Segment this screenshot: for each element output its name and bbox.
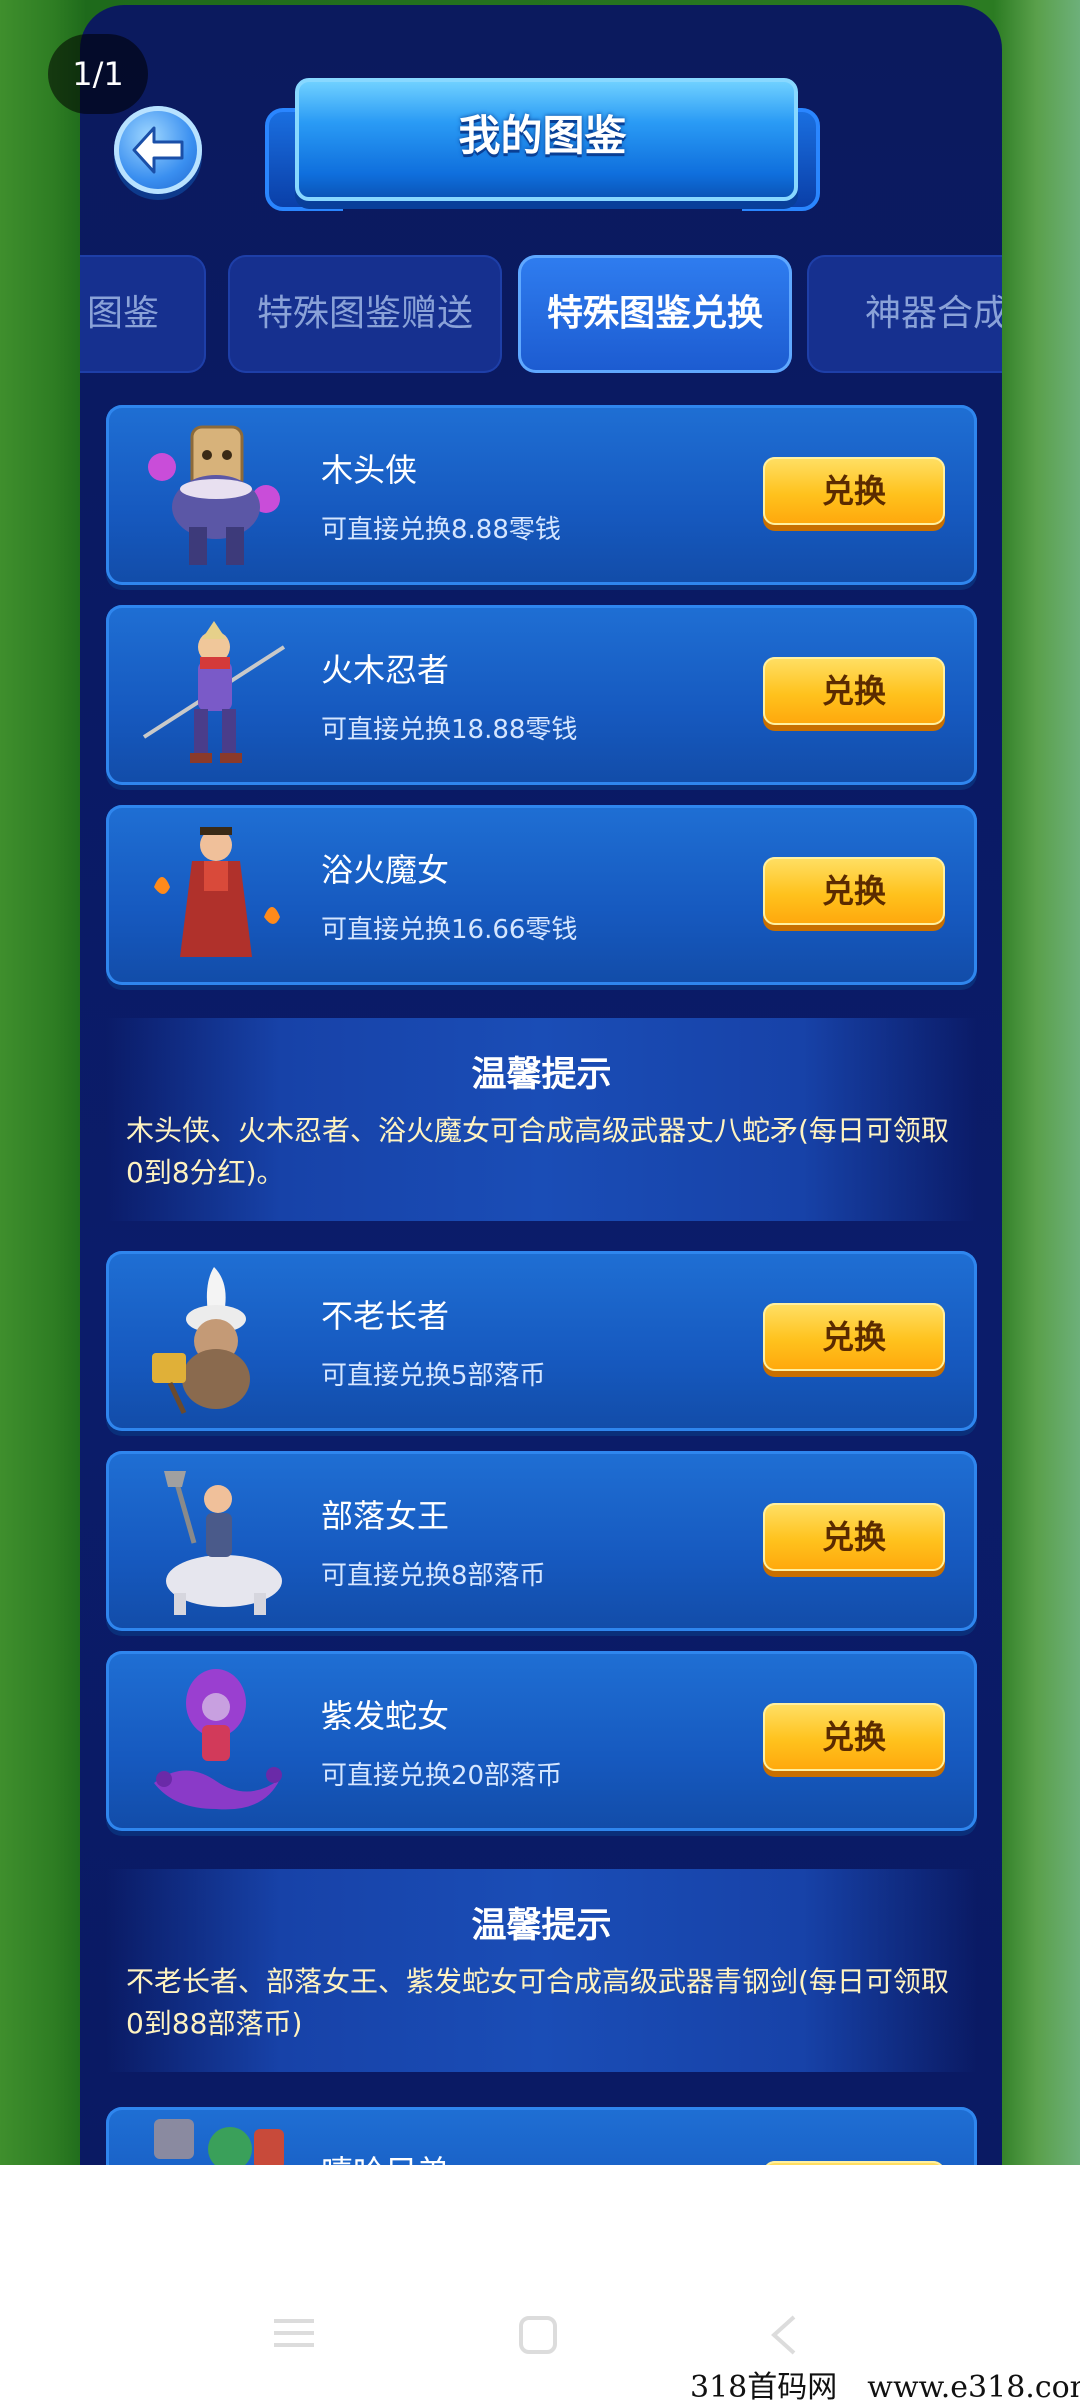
exchange-button[interactable]: 兑换 [763,1503,945,1571]
exchange-button[interactable]: 兑换 [763,657,945,725]
item-desc: 可直接兑换18.88零钱 [321,715,578,745]
exchange-button[interactable]: 兑换 [763,1303,945,1371]
home-square-icon[interactable] [518,2315,558,2355]
tip-text: 木头侠、火木忍者、浴火魔女可合成高级武器丈八蛇矛(每日可领取0到8分红)。 [126,1114,949,1189]
character-avatar-elder [134,1263,294,1421]
item-desc: 可直接兑换8部落币 [321,1561,546,1591]
tip-title: 温馨提示 [471,1906,612,1946]
character-avatar-hiphop-brothers [134,2119,294,2165]
tab-artifact-synthesis[interactable]: 神器合成 [807,255,1002,373]
card-item: 部落女王 可直接兑换8部落币 兑换 [106,1451,977,1631]
menu-icon[interactable] [272,2315,316,2351]
tab-collection[interactable]: 图鉴 [80,255,206,373]
title-banner: 我的图鉴 [265,78,820,211]
page-indicator: 1/1 [48,34,148,114]
card-item: 不老长者 可直接兑换5部落币 兑换 [106,1251,977,1431]
item-name: 木头侠 [321,451,418,489]
item-desc: 可直接兑换16.66零钱 [321,915,578,945]
item-name: 嘻哈兄弟 [321,2147,449,2165]
tab-special-exchange[interactable]: 特殊图鉴兑换 [518,255,792,373]
character-avatar-fire-witch [134,817,294,975]
item-desc: 可直接兑换8.88零钱 [321,515,561,545]
exchange-button[interactable]: 兑换 [763,1703,945,1771]
back-button[interactable] [114,106,202,194]
card-item: 木头侠 可直接兑换8.88零钱 兑换 [106,405,977,585]
page-title: 我的图鉴 [458,111,627,160]
tab-bar: 图鉴 特殊图鉴赠送 特殊图鉴兑换 神器合成 [80,255,1002,377]
item-name: 火木忍者 [321,651,450,689]
card-item: 浴火魔女 可直接兑换16.66零钱 兑换 [106,805,977,985]
item-desc: 可直接兑换20部落币 [321,1761,563,1791]
character-avatar-tribe-queen [134,1463,294,1621]
character-avatar-huomu-ninja [134,617,294,775]
character-avatar-muttouxia [134,417,294,575]
tab-special-gift[interactable]: 特殊图鉴赠送 [228,255,502,373]
back-arrow-icon [132,126,184,174]
character-avatar-purple-snake-woman [134,1663,294,1821]
item-name: 紫发蛇女 [321,1697,450,1735]
item-name: 部落女王 [321,1497,450,1535]
item-name: 不老长者 [321,1297,450,1335]
card-item: 紫发蛇女 可直接兑换20部落币 兑换 [106,1651,977,1831]
exchange-button[interactable]: 兑换 [763,857,945,925]
back-chevron-icon[interactable] [770,2315,798,2355]
watermark: 318首码网 www.e318.com [690,2370,1080,2405]
tip-text: 不老长者、部落女王、紫发蛇女可合成高级武器青钢剑(每日可领取0到88部落币) [126,1965,949,2040]
exchange-button[interactable]: 兑换 [763,457,945,525]
system-navigation-bar: 318首码网 www.e318.com [0,2165,1080,2405]
item-desc: 可直接兑换5部落币 [321,1361,546,1391]
tip-box: 温馨提示 不老长者、部落女王、紫发蛇女可合成高级武器青钢剑(每日可领取0到88部… [106,1869,977,2072]
item-name: 浴火魔女 [321,851,450,889]
tip-box: 温馨提示 木头侠、火木忍者、浴火魔女可合成高级武器丈八蛇矛(每日可领取0到8分红… [106,1018,977,1221]
main-panel: 我的图鉴 图鉴 特殊图鉴赠送 特殊图鉴兑换 神器合成 木头侠 可直接兑换8.88… [80,5,1002,2165]
tip-title: 温馨提示 [471,1055,612,1095]
card-item: 嘻哈兄弟 [106,2107,977,2165]
card-item: 火木忍者 可直接兑换18.88零钱 兑换 [106,605,977,785]
